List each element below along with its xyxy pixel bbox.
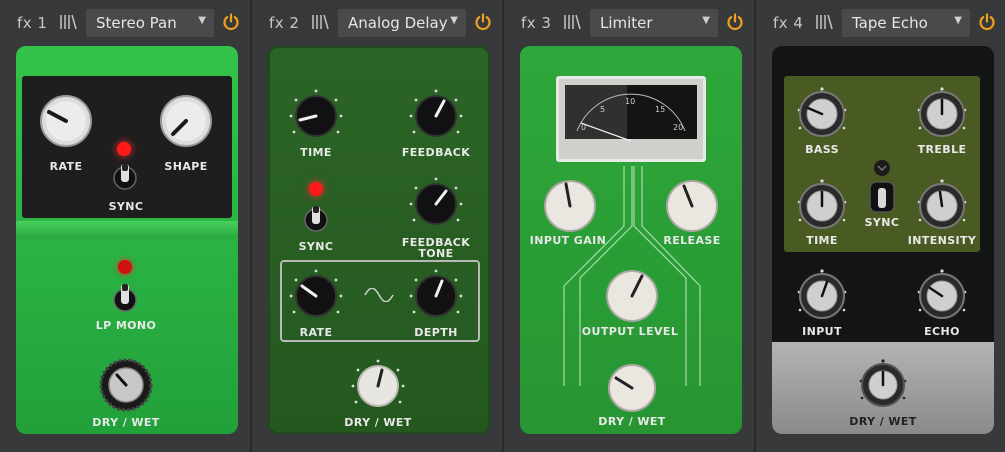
dry-wet-label: DRY / WET <box>849 415 917 428</box>
lp-mono-led <box>118 260 132 274</box>
bass-label: BASS <box>805 143 839 156</box>
chevron-down-icon: ▼ <box>702 15 710 26</box>
preset-name: Tape Echo <box>852 14 928 32</box>
input-label: INPUT <box>802 325 842 338</box>
sync-led <box>117 142 131 156</box>
slot-label: fx 2 <box>269 14 300 32</box>
lp-mono-toggle[interactable] <box>112 280 138 314</box>
drag-handle-icon[interactable] <box>58 12 78 32</box>
preset-name: Limiter <box>600 14 653 32</box>
depth-label: DEPTH <box>414 326 458 339</box>
preset-dropdown[interactable]: Limiter ▼ <box>590 9 718 37</box>
rate-knob[interactable] <box>37 92 95 150</box>
power-icon[interactable] <box>726 13 744 31</box>
dry-wet-label: DRY / WET <box>344 416 412 429</box>
rate-label: RATE <box>49 160 83 173</box>
release-knob[interactable] <box>664 178 720 234</box>
sync-toggle[interactable] <box>303 202 329 234</box>
drag-handle-icon[interactable] <box>562 12 582 32</box>
dry-wet-label: DRY / WET <box>598 415 666 428</box>
meter-tick-15: 15 <box>655 105 666 114</box>
input-knob[interactable] <box>794 268 850 324</box>
pedal-tape-echo: BASS TREBLE TIME SYNC INTENSITY INPUT EC… <box>772 46 994 434</box>
meter-tick-5: 5 <box>600 105 606 114</box>
time-label: TIME <box>806 234 838 247</box>
bass-knob[interactable] <box>794 86 850 142</box>
dry-wet-knob[interactable] <box>350 358 406 414</box>
time-knob[interactable] <box>288 88 344 144</box>
sync-label: SYNC <box>864 216 900 229</box>
echo-label: ECHO <box>924 325 960 338</box>
drag-handle-icon[interactable] <box>814 12 834 32</box>
preset-dropdown[interactable]: Tape Echo ▼ <box>842 9 970 37</box>
treble-label: TREBLE <box>917 143 967 156</box>
dry-wet-knob[interactable] <box>99 358 153 412</box>
release-label: RELEASE <box>663 234 721 247</box>
preset-name: Stereo Pan <box>96 14 177 32</box>
slot-label: fx 3 <box>521 14 552 32</box>
fx-slot-2: fx 2 Analog Delay ▼ TIME FEEDBACK SYNC F… <box>252 0 502 452</box>
power-icon[interactable] <box>474 13 492 31</box>
dry-wet-label: DRY / WET <box>92 416 160 429</box>
meter-tick-20: 20 <box>673 123 684 132</box>
power-icon[interactable] <box>222 13 240 31</box>
pedal-limiter: 0 5 10 15 20 INPUT GAIN RELEASE OUTPUT L… <box>520 46 742 434</box>
echo-knob[interactable] <box>914 268 970 324</box>
preset-dropdown[interactable]: Analog Delay ▼ <box>338 9 466 37</box>
sync-led <box>309 182 323 196</box>
slot-label: fx 1 <box>17 14 48 32</box>
intensity-label: INTENSITY <box>907 234 977 247</box>
power-icon[interactable] <box>978 13 996 31</box>
preset-dropdown[interactable]: Stereo Pan ▼ <box>86 9 214 37</box>
depth-knob[interactable] <box>408 268 464 324</box>
rate-knob[interactable] <box>288 268 344 324</box>
time-label: TIME <box>300 146 332 159</box>
sync-toggle[interactable] <box>112 160 138 192</box>
preset-name: Analog Delay <box>348 14 448 32</box>
shape-knob[interactable] <box>157 92 215 150</box>
slot-label: fx 4 <box>773 14 804 32</box>
time-knob[interactable] <box>794 178 850 234</box>
shape-label: SHAPE <box>164 160 208 173</box>
drag-handle-icon[interactable] <box>310 12 330 32</box>
input-gain-label: INPUT GAIN <box>529 234 607 247</box>
feedback-label: FEEDBACK <box>401 146 471 159</box>
feedback-tone-knob[interactable] <box>408 176 464 232</box>
dry-wet-knob[interactable] <box>606 362 658 414</box>
meter-tick-0: 0 <box>581 123 587 132</box>
chevron-down-icon: ▼ <box>450 15 458 26</box>
lp-mono-label: LP MONO <box>95 319 157 332</box>
output-level-knob[interactable] <box>604 268 660 324</box>
fx-slot-header: fx 4 Tape Echo ▼ <box>756 8 1005 38</box>
pedal-ridge <box>16 221 238 239</box>
sync-indicator-icon <box>874 160 890 176</box>
dry-wet-knob[interactable] <box>856 358 910 412</box>
fx-slot-header: fx 1 Stereo Pan ▼ <box>0 8 250 38</box>
pedal-analog-delay: TIME FEEDBACK SYNC FEEDBACK TONE RATE DE… <box>268 46 490 434</box>
chevron-down-icon: ▼ <box>954 15 962 26</box>
sync-label: SYNC <box>298 240 334 253</box>
pedal-stereo-pan: RATE SHAPE SYNC LP MONO DRY / WET <box>16 46 238 434</box>
input-gain-knob[interactable] <box>542 178 598 234</box>
fx-slot-header: fx 3 Limiter ▼ <box>504 8 754 38</box>
feedback-tone-label-2: TONE <box>418 247 454 260</box>
fx-slot-1: fx 1 Stereo Pan ▼ RATE SHAPE SYNC LP MON… <box>0 0 250 452</box>
meter-tick-10: 10 <box>625 97 636 106</box>
output-level-label: OUTPUT LEVEL <box>581 325 679 338</box>
feedback-knob[interactable] <box>408 88 464 144</box>
sine-wave-icon <box>364 288 394 302</box>
sync-label: SYNC <box>108 200 144 213</box>
chevron-down-icon: ▼ <box>198 15 206 26</box>
gain-reduction-meter: 0 5 10 15 20 <box>556 76 706 162</box>
fx-slot-header: fx 2 Analog Delay ▼ <box>252 8 502 38</box>
intensity-knob[interactable] <box>914 178 970 234</box>
rate-label: RATE <box>299 326 333 339</box>
sync-toggle[interactable] <box>868 180 896 216</box>
fx-slot-4: fx 4 Tape Echo ▼ BASS TREBLE TIME SYNC I… <box>756 0 1005 452</box>
treble-knob[interactable] <box>914 86 970 142</box>
fx-slot-3: fx 3 Limiter ▼ 0 5 10 15 20 INPUT GAIN R… <box>504 0 754 452</box>
